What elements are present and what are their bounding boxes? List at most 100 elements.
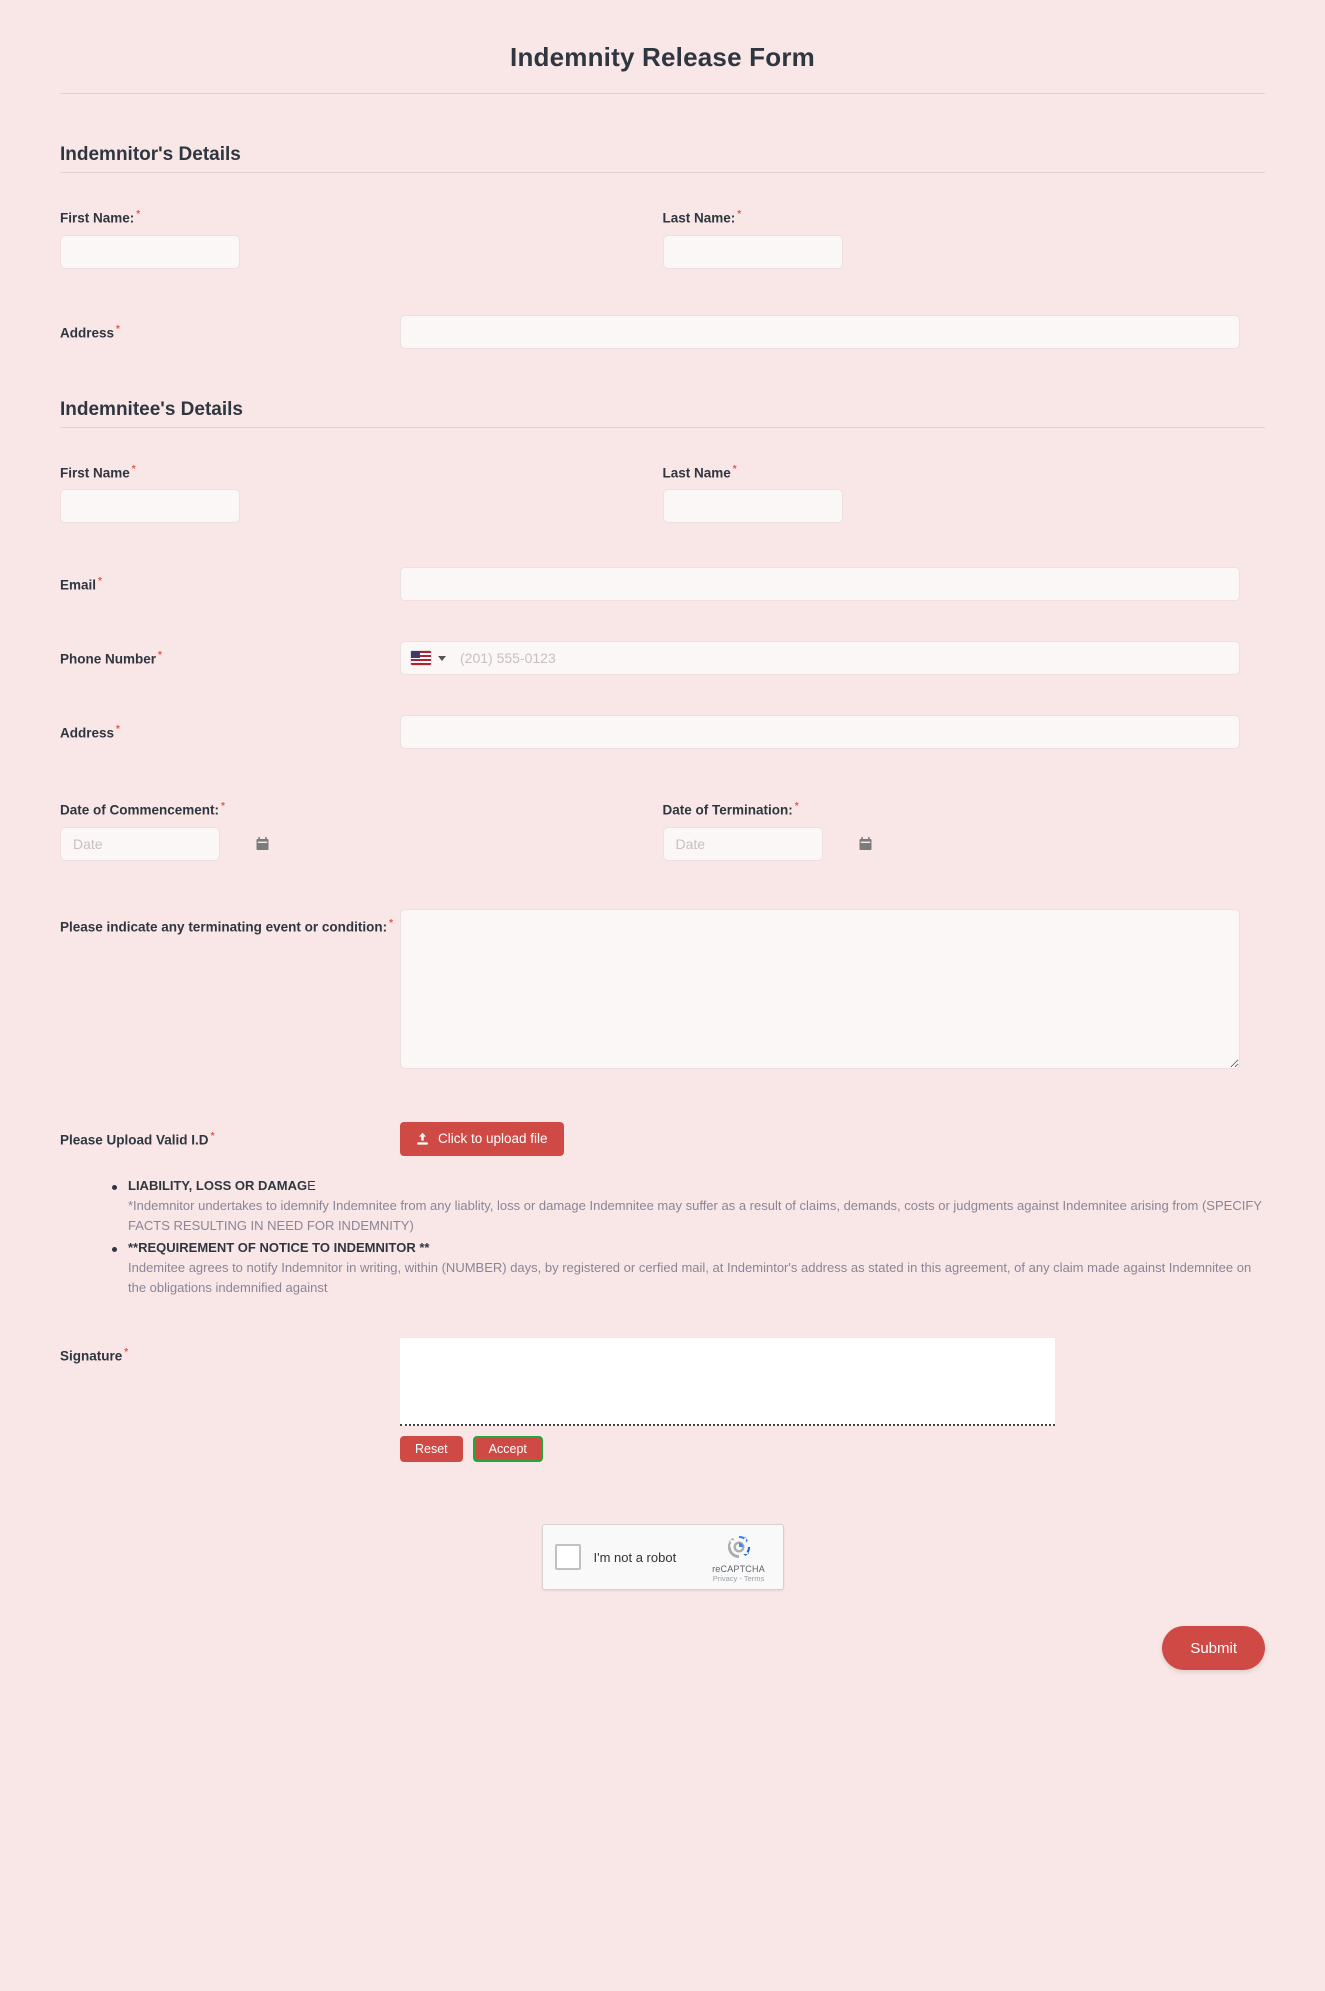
phone-input-group [400, 641, 1240, 675]
terms-list: LIABILITY, LOSS OR DAMAGE *Indemnitor un… [60, 1178, 1265, 1299]
label-text: Date of Termination: [662, 802, 793, 818]
indemnitee-phone-field [400, 641, 1240, 675]
indemnitor-first-name-input[interactable] [60, 234, 240, 269]
signature-field: Reset Accept [400, 1338, 1240, 1463]
indemnitor-last-name-field: Last Name: * [662, 209, 1266, 269]
signature-row: Signature * Reset Accept [60, 1338, 1265, 1463]
date-commencement-input[interactable] [71, 827, 256, 860]
calendar-icon[interactable] [256, 836, 269, 851]
calendar-icon[interactable] [859, 836, 872, 851]
us-flag-icon[interactable] [411, 651, 431, 665]
indemnitee-email-row: Email * [60, 567, 1265, 601]
upload-field: Click to upload file [400, 1121, 1240, 1156]
required-asterisk: * [158, 650, 162, 661]
submit-button[interactable]: Submit [1162, 1626, 1265, 1671]
terminating-event-label: Please indicate any terminating event or… [60, 909, 400, 935]
date-commencement-input-group[interactable] [60, 826, 269, 861]
indemnitor-name-row: First Name: * Last Name: * [60, 209, 1265, 269]
submit-zone: Submit [0, 1590, 1325, 1710]
phone-number-input[interactable] [458, 642, 1239, 674]
required-asterisk: * [98, 576, 102, 587]
term-body: Indemitee agrees to notify Indemnitor in… [128, 1259, 1252, 1295]
label-text: Last Name: [662, 210, 736, 226]
label-text: First Name: [60, 210, 135, 226]
indemnitor-address-label: Address * [60, 315, 400, 341]
upload-button-label: Click to upload file [438, 1131, 548, 1146]
required-asterisk: * [732, 463, 737, 475]
terminating-event-row: Please indicate any terminating event or… [60, 908, 1265, 1074]
recaptcha-widget[interactable]: I'm not a robot reCAPTCHA Privacy - Term… [541, 1524, 784, 1591]
label-text: Phone Number [60, 651, 157, 667]
indemnitor-address-field [400, 314, 1240, 349]
list-item: LIABILITY, LOSS OR DAMAGE *Indemnitor un… [112, 1178, 1265, 1236]
recaptcha-logo-icon [707, 1532, 771, 1562]
recaptcha-checkbox[interactable] [554, 1544, 581, 1571]
upload-icon [416, 1132, 429, 1146]
recaptcha-brand: reCAPTCHA Privacy - Terms [707, 1532, 771, 1583]
indemnitor-address-input[interactable] [400, 314, 1240, 349]
section-divider-indemnitor [60, 172, 1265, 173]
list-item: **REQUIREMENT OF NOTICE TO INDEMNITOR **… [112, 1240, 1265, 1298]
term-heading-light: E [307, 1177, 316, 1193]
signature-buttons: Reset Accept [400, 1436, 1240, 1463]
indemnitee-first-name-field: First Name * [60, 464, 663, 523]
recaptcha-legal-links[interactable]: Privacy - Terms [707, 1574, 771, 1583]
label-text: Address [60, 725, 115, 741]
required-asterisk: * [124, 1347, 129, 1359]
label-text: Please Upload Valid I.D [60, 1132, 209, 1147]
indemnitor-first-name-label: First Name: * [60, 209, 140, 226]
chevron-down-icon[interactable] [438, 655, 446, 661]
term-heading: LIABILITY, LOSS OR DAMAGE [112, 1178, 1265, 1193]
required-asterisk: * [389, 917, 393, 929]
required-asterisk: * [116, 323, 120, 335]
signature-label: Signature * [60, 1338, 400, 1364]
indemnitee-email-input[interactable] [400, 567, 1240, 601]
recaptcha-brand-name: reCAPTCHA [712, 1563, 765, 1574]
required-asterisk: * [116, 724, 120, 735]
upload-label: Please Upload Valid I.D * [60, 1122, 400, 1148]
terminating-event-textarea[interactable] [400, 908, 1240, 1069]
indemnitee-first-name-label: First Name * [60, 464, 136, 481]
date-termination-label: Date of Termination: * [663, 801, 799, 818]
date-commencement-field: Date of Commencement: * [60, 801, 663, 861]
indemnitor-last-name-input[interactable] [662, 234, 843, 269]
indemnitee-address-label: Address * [60, 715, 400, 741]
required-asterisk: * [221, 801, 225, 812]
form-inner: Indemnity Release Form Indemnitor's Deta… [0, 0, 1325, 1591]
indemnitee-email-field [400, 567, 1240, 601]
required-asterisk: * [794, 801, 799, 812]
date-termination-field: Date of Termination: * [662, 801, 1266, 861]
label-text: Please indicate any terminating event or… [60, 919, 388, 934]
date-termination-input[interactable] [673, 827, 859, 860]
terminating-event-field [400, 908, 1240, 1074]
dates-row: Date of Commencement:* Date of Terminati… [60, 801, 1265, 861]
signature-accept-button[interactable]: Accept [472, 1436, 543, 1463]
section-heading-indemnitee: Indemnitee's Details [60, 398, 243, 420]
label-text: First Name [60, 465, 130, 480]
signature-reset-button[interactable]: Reset [400, 1436, 463, 1463]
captcha-zone: I'm not a robot reCAPTCHA Privacy - Term… [60, 1524, 1265, 1591]
term-heading-bold: **REQUIREMENT OF NOTICE TO INDEMNITOR ** [128, 1239, 430, 1255]
upload-file-button[interactable]: Click to upload file [400, 1121, 564, 1156]
term-body: *Indemnitor undertakes to idemnify Indem… [128, 1197, 1262, 1233]
indemnitee-last-name-field: Last Name * [662, 464, 1266, 523]
indemnitee-last-name-label: Last Name * [663, 464, 737, 481]
indemnitee-address-row: Address * [60, 715, 1265, 749]
label-text: Last Name [662, 465, 731, 480]
signature-pad[interactable] [400, 1338, 1055, 1427]
indemnitee-phone-row: Phone Number * [60, 641, 1265, 675]
indemnitee-name-row: First Name * Last Name * [60, 464, 1266, 523]
label-text: Date of Commencement: [60, 802, 220, 818]
indemnitee-first-name-input[interactable] [60, 489, 240, 523]
indemnitee-email-label: Email * [60, 567, 400, 593]
form-page: Indemnity Release Form Indemnitor's Deta… [0, 0, 1325, 1991]
indemnitee-last-name-input[interactable] [662, 489, 843, 523]
term-heading-bold: LIABILITY, LOSS OR DAMAG [128, 1177, 308, 1193]
required-asterisk: * [131, 463, 136, 475]
page-title: Indemnity Release Form [510, 42, 815, 72]
date-termination-input-group[interactable] [662, 826, 871, 861]
upload-row: Please Upload Valid I.D * Click to upload… [60, 1121, 1265, 1156]
title-divider [60, 93, 1265, 94]
indemnitee-address-input[interactable] [400, 715, 1240, 749]
indemnitee-phone-label: Phone Number * [60, 641, 400, 667]
